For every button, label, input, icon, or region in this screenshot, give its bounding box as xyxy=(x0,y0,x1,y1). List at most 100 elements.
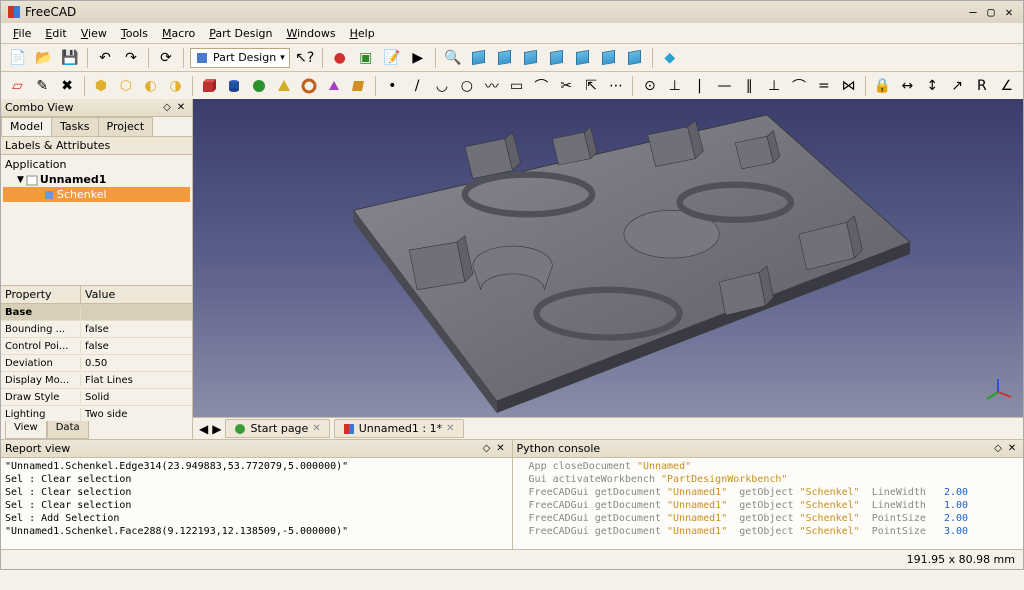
rect-icon[interactable]: ▭ xyxy=(506,75,527,97)
groove-icon[interactable]: ◑ xyxy=(165,75,186,97)
tree-item-schenkel[interactable]: Schenkel xyxy=(3,187,190,202)
panel-close-icon[interactable]: ✕ xyxy=(174,101,188,115)
record-icon[interactable]: ● xyxy=(329,47,351,69)
menu-edit[interactable]: Edit xyxy=(39,25,72,42)
tangent-icon[interactable]: ⌒ xyxy=(789,75,810,97)
maximize-button[interactable]: ▢ xyxy=(983,4,999,20)
arc-icon[interactable]: ◡ xyxy=(432,75,453,97)
pad-icon[interactable]: ⬢ xyxy=(91,75,112,97)
radius-icon[interactable]: R xyxy=(971,75,992,97)
parallel-icon[interactable]: ∥ xyxy=(739,75,760,97)
macro-run-icon[interactable]: ▶ xyxy=(407,47,429,69)
menu-macro[interactable]: Macro xyxy=(156,25,201,42)
polyline-icon[interactable]: 〰 xyxy=(481,75,502,97)
top-view-icon[interactable] xyxy=(546,47,568,69)
tab-project[interactable]: Project xyxy=(98,117,154,136)
pocket-icon[interactable]: ⬡ xyxy=(115,75,136,97)
tab-view[interactable]: View xyxy=(5,421,47,439)
python-body[interactable]: App closeDocument "Unnamed" Gui activate… xyxy=(513,458,1024,549)
open-icon[interactable]: 📂 xyxy=(33,47,55,69)
line-icon[interactable]: / xyxy=(407,75,428,97)
trim-icon[interactable]: ✂ xyxy=(556,75,577,97)
external-icon[interactable]: ⇱ xyxy=(581,75,602,97)
sphere-icon[interactable] xyxy=(249,75,270,97)
menu-file[interactable]: File xyxy=(7,25,37,42)
bottom-view-icon[interactable] xyxy=(624,47,646,69)
dist-v-icon[interactable]: ↕ xyxy=(922,75,943,97)
macro-edit-icon[interactable]: 📝 xyxy=(381,47,403,69)
tree-root[interactable]: Application xyxy=(3,157,190,172)
dist-h-icon[interactable]: ↔ xyxy=(897,75,918,97)
prop-row[interactable]: Deviation0.50 xyxy=(1,355,192,372)
doc-tab-startpage[interactable]: Start page ✕ xyxy=(225,419,329,438)
back-view-icon[interactable] xyxy=(572,47,594,69)
zoom-fit-icon[interactable]: 🔍 xyxy=(442,47,464,69)
coincident-icon[interactable]: ⊙ xyxy=(639,75,660,97)
redo-icon[interactable]: ↷ xyxy=(120,47,142,69)
panel-close-icon[interactable]: ✕ xyxy=(494,442,508,456)
iso-view-icon[interactable] xyxy=(468,47,490,69)
distance-icon[interactable]: ↗ xyxy=(947,75,968,97)
menu-help[interactable]: Help xyxy=(344,25,381,42)
prop-row[interactable]: Bounding ...false xyxy=(1,321,192,338)
3d-viewport[interactable] xyxy=(193,99,1023,417)
menu-tools[interactable]: Tools xyxy=(115,25,154,42)
tab-model[interactable]: Model xyxy=(1,117,52,136)
tree-view[interactable]: Application ▼ Unnamed1 Schenkel xyxy=(1,155,192,285)
horizontal-icon[interactable]: — xyxy=(714,75,735,97)
panel-close-icon[interactable]: ✕ xyxy=(1005,442,1019,456)
new-icon[interactable]: 📄 xyxy=(7,47,29,69)
symmetric-icon[interactable]: ⋈ xyxy=(838,75,859,97)
tab-scroll-right-icon[interactable]: ▶ xyxy=(212,422,221,436)
menu-partdesign[interactable]: Part Design xyxy=(203,25,278,42)
torus-icon[interactable] xyxy=(298,75,319,97)
whatsthis-icon[interactable]: ↖? xyxy=(294,47,316,69)
prop-row[interactable]: LightingTwo side xyxy=(1,406,192,421)
prism-icon[interactable] xyxy=(323,75,344,97)
doc-tab-unnamed1[interactable]: Unnamed1 : 1* ✕ xyxy=(334,419,464,438)
fillet-icon[interactable]: ⌒ xyxy=(531,75,552,97)
wedge-icon[interactable] xyxy=(348,75,369,97)
point-icon[interactable]: • xyxy=(382,75,403,97)
angle-icon[interactable]: ∠ xyxy=(996,75,1017,97)
close-button[interactable]: ✕ xyxy=(1001,4,1017,20)
minimize-button[interactable]: — xyxy=(965,4,981,20)
perpendicular-icon[interactable]: ⊥ xyxy=(764,75,785,97)
undo-icon[interactable]: ↶ xyxy=(94,47,116,69)
panel-float-icon[interactable]: ◇ xyxy=(991,442,1005,456)
sketch-icon[interactable]: ▱ xyxy=(7,75,28,97)
prop-row[interactable]: Draw StyleSolid xyxy=(1,389,192,406)
cylinder-icon[interactable] xyxy=(224,75,245,97)
close-icon[interactable]: ✕ xyxy=(446,423,454,434)
prop-row[interactable]: Control Poi...false xyxy=(1,338,192,355)
report-body[interactable]: "Unnamed1.Schenkel.Edge314(23.949883,53.… xyxy=(1,458,512,549)
refresh-icon[interactable]: ⟳ xyxy=(155,47,177,69)
prop-row[interactable]: Display Mo...Flat Lines xyxy=(1,372,192,389)
equal-icon[interactable]: = xyxy=(813,75,834,97)
close-icon[interactable]: ✕ xyxy=(312,423,320,434)
right-view-icon[interactable] xyxy=(520,47,542,69)
tab-scroll-left-icon[interactable]: ◀ xyxy=(199,422,208,436)
construction-icon[interactable]: ⋯ xyxy=(606,75,627,97)
menu-windows[interactable]: Windows xyxy=(280,25,341,42)
left-view-icon[interactable] xyxy=(598,47,620,69)
vertical-icon[interactable]: | xyxy=(689,75,710,97)
lock-icon[interactable]: 🔒 xyxy=(872,75,893,97)
workbench-select[interactable]: Part Design ▾ xyxy=(190,48,290,68)
point-on-icon[interactable]: ⊥ xyxy=(664,75,685,97)
tab-data[interactable]: Data xyxy=(47,421,89,439)
circle-icon[interactable]: ○ xyxy=(456,75,477,97)
revolve-icon[interactable]: ◐ xyxy=(140,75,161,97)
cone-icon[interactable] xyxy=(273,75,294,97)
tab-tasks[interactable]: Tasks xyxy=(51,117,98,136)
panel-float-icon[interactable]: ◇ xyxy=(160,101,174,115)
box-icon[interactable] xyxy=(199,75,220,97)
save-icon[interactable]: 💾 xyxy=(59,47,81,69)
edit-sketch-icon[interactable]: ✎ xyxy=(32,75,53,97)
tree-doc[interactable]: ▼ Unnamed1 xyxy=(3,172,190,187)
menu-view[interactable]: View xyxy=(75,25,113,42)
leave-sketch-icon[interactable]: ✖ xyxy=(57,75,78,97)
stop-icon[interactable]: ▣ xyxy=(355,47,377,69)
panel-float-icon[interactable]: ◇ xyxy=(480,442,494,456)
front-view-icon[interactable] xyxy=(494,47,516,69)
